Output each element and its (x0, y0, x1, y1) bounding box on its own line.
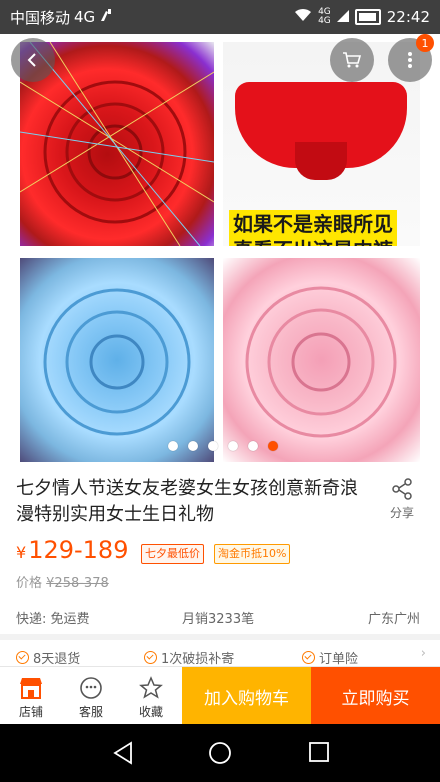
blue-rose-panty-image (20, 258, 214, 462)
image-caption-line2: 真看不出这是内裤 (229, 236, 397, 246)
check-circle-icon (144, 651, 157, 664)
monthly-sales: 月销3233笔 (182, 612, 255, 627)
customer-service-button[interactable]: 客服 (62, 667, 120, 725)
share-icon (392, 478, 412, 500)
carousel-indicator (168, 441, 278, 451)
image-caption-line1: 如果不是亲眼所见 (229, 210, 397, 239)
cart-button[interactable] (330, 38, 374, 82)
nav-back-icon[interactable] (112, 741, 134, 765)
clock-time: 22:42 (386, 8, 430, 26)
red-panty-image: 如果不是亲眼所见 真看不出这是内裤 (223, 42, 420, 246)
buy-now-button[interactable]: 立即购买 (311, 667, 440, 725)
delivery-meta-row: 快递: 免运费 月销3233笔 广东广州 (0, 606, 440, 632)
more-menu-button[interactable]: 1 (388, 34, 434, 82)
promise-item: 1次破损补寄 (144, 648, 234, 666)
panty-graphic (235, 82, 407, 180)
price-currency: ¥ (16, 543, 27, 562)
check-circle-icon (302, 651, 315, 664)
signal-indicator: 4G 4G (318, 7, 331, 26)
carousel-dot (248, 441, 258, 451)
pink-rose-panty-image (223, 258, 420, 462)
back-button[interactable] (11, 38, 55, 82)
original-price-value: ¥258-378 (46, 576, 109, 591)
location: 广东广州 (368, 612, 421, 627)
share-button[interactable]: 分享 (382, 478, 422, 521)
star-icon (139, 676, 163, 699)
carousel-dot (208, 441, 218, 451)
service-promise-row[interactable]: 8天退货 1次破损补寄 订单险 › (0, 640, 440, 666)
status-bar: 中国移动 4G 4G 4G 22:42 (0, 0, 440, 34)
notification-badge: 1 (416, 34, 434, 52)
carousel-dot (268, 441, 278, 451)
carousel-dot (228, 441, 238, 451)
bottom-action-bar: 店铺 客服 收藏 加入购物车 立即购买 (0, 666, 440, 725)
carousel-dot (188, 441, 198, 451)
product-info-panel: 七夕情人节送女友老婆女生女孩创意新奇浪漫特别实用女士生日礼物 分享 ¥129-1… (0, 462, 440, 634)
battery-icon (354, 9, 381, 25)
shipping-info: 快递: 免运费 (16, 612, 90, 627)
chat-face-icon (80, 677, 102, 699)
add-to-cart-button[interactable]: 加入购物车 (182, 667, 311, 725)
clean-icon (99, 8, 115, 26)
back-arrow-icon (27, 53, 36, 67)
system-nav-bar (0, 724, 440, 782)
wifi-icon (294, 8, 312, 26)
product-title: 七夕情人节送女友老婆女生女孩创意新奇浪漫特别实用女士生日礼物 (16, 478, 358, 525)
carousel-dot (168, 441, 178, 451)
price-range: 129-189 (28, 536, 129, 564)
share-label: 分享 (389, 506, 414, 520)
promise-item: 订单险 (302, 648, 358, 666)
shop-icon (20, 678, 42, 699)
product-image-carousel[interactable]: 如果不是亲眼所见 真看不出这是内裤 1 (0, 34, 440, 462)
more-dots-icon (408, 52, 412, 68)
nav-home-icon[interactable] (208, 741, 232, 765)
signal-icon (336, 8, 349, 26)
check-circle-icon (16, 651, 29, 664)
service-label: 客服 (78, 705, 103, 719)
coin-discount-tag: 淘金币抵10% (214, 544, 291, 564)
favorite-button[interactable]: 收藏 (122, 667, 180, 725)
chevron-right-icon: › (420, 646, 426, 661)
shop-label: 店铺 (18, 705, 43, 719)
carrier-name: 中国移动 (10, 8, 71, 27)
promise-item: 8天退货 (16, 648, 80, 666)
original-price-label: 价格 (16, 576, 43, 591)
price: ¥129-189 (16, 536, 128, 564)
favorite-label: 收藏 (138, 705, 163, 719)
shop-button[interactable]: 店铺 (2, 667, 60, 725)
network-type: 4G (74, 8, 96, 26)
cart-icon (343, 52, 362, 68)
nav-recents-icon[interactable] (308, 741, 330, 763)
lowest-price-tag: 七夕最低价 (141, 544, 204, 564)
original-price: 价格 ¥258-378 (16, 572, 109, 591)
